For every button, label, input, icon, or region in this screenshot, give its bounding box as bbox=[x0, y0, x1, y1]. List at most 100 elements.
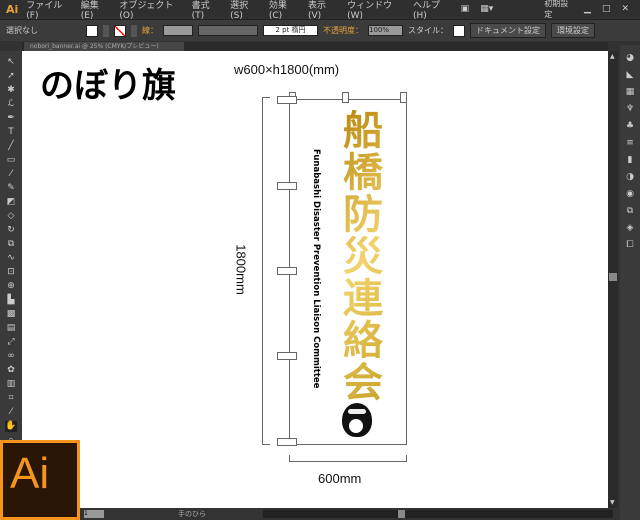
eyedropper-icon[interactable]: ⤢ bbox=[5, 337, 17, 348]
width-label: 600mm bbox=[318, 471, 362, 486]
brushes-icon[interactable]: ♆ bbox=[624, 104, 636, 115]
scroll-thumb[interactable] bbox=[609, 273, 617, 281]
pole-loop bbox=[277, 182, 297, 190]
direct-selection-tool-icon[interactable]: ➚ bbox=[5, 71, 17, 82]
slice-tool-icon[interactable]: ⁄ bbox=[5, 407, 17, 418]
graphic-styles-icon[interactable]: ⧉ bbox=[624, 206, 636, 217]
style-label: スタイル： bbox=[408, 26, 448, 35]
mesh-icon[interactable]: ▩ bbox=[5, 309, 17, 320]
stroke-panel-icon[interactable]: ≡ bbox=[624, 138, 636, 149]
stroke-dropdown[interactable] bbox=[131, 24, 137, 37]
height-dimension-line bbox=[262, 97, 263, 445]
color-guide-icon[interactable]: ◣ bbox=[624, 70, 636, 81]
paintbrush-icon[interactable]: ⁄ bbox=[5, 169, 17, 180]
blob-brush-icon[interactable]: ◩ bbox=[5, 197, 17, 208]
menu-bar: Ai ファイル(F) 編集(E) オブジェクト(O) 書式(T) 選択(S) 効… bbox=[0, 0, 640, 21]
control-bar: 選択なし 線： 2 pt 楕円 不透明度： 100% スタイル： ドキュメント設… bbox=[0, 19, 640, 41]
status-bar: 1 手のひら bbox=[80, 508, 620, 520]
artboard-number-field[interactable]: 1 bbox=[84, 510, 104, 518]
stroke-swatch[interactable] bbox=[114, 24, 126, 37]
menu-edit[interactable]: 編集(E) bbox=[81, 0, 109, 21]
rotate-icon[interactable]: ↻ bbox=[5, 225, 17, 236]
height-label: 1800mm bbox=[233, 244, 249, 295]
arrange-documents-icon[interactable]: ▦▾ bbox=[480, 4, 493, 14]
gradient-panel-icon[interactable]: ▮ bbox=[624, 155, 636, 166]
dimension-tick bbox=[406, 455, 407, 462]
warp-icon[interactable]: ∿ bbox=[5, 253, 17, 264]
panels-dock: ◕ ◣ ▦ ♆ ♣ ≡ ▮ ◑ ◉ ⧉ ◈ ⧠ bbox=[620, 45, 640, 520]
current-tool-status: 手のひら bbox=[178, 510, 206, 518]
graph-tool-icon[interactable]: ▥ bbox=[5, 379, 17, 390]
pole-loop bbox=[277, 352, 297, 360]
maximize-button[interactable]: □ bbox=[602, 4, 611, 14]
artboards-icon[interactable]: ⧠ bbox=[624, 240, 636, 251]
menu-window[interactable]: ウィンドウ(W) bbox=[347, 0, 402, 21]
blend-icon[interactable]: ∞ bbox=[5, 351, 17, 362]
minimize-button[interactable]: ▁ bbox=[584, 4, 591, 14]
document-settings-button[interactable]: ドキュメント設定 bbox=[470, 23, 546, 38]
menu-view[interactable]: 表示(V) bbox=[308, 0, 336, 21]
bridge-icon[interactable]: ▣ bbox=[461, 4, 470, 14]
lasso-icon[interactable]: ℒ bbox=[5, 99, 17, 110]
pole-loop bbox=[277, 438, 297, 446]
artboard-tool-icon[interactable]: ⌗ bbox=[5, 393, 17, 404]
scale-icon[interactable]: ⧉ bbox=[5, 239, 17, 250]
magic-wand-icon[interactable]: ✱ bbox=[5, 85, 17, 96]
selection-status: 選択なし bbox=[6, 26, 38, 35]
opacity-field[interactable]: 100% bbox=[368, 25, 403, 36]
dimension-tick bbox=[262, 444, 270, 445]
menu-select[interactable]: 選択(S) bbox=[230, 0, 258, 21]
width-dimension-line bbox=[289, 461, 407, 462]
banner-main-text: 船橋防災連絡会 bbox=[337, 110, 389, 404]
menu-effect[interactable]: 効果(C) bbox=[269, 0, 297, 21]
illustrator-logo: Ai bbox=[0, 440, 80, 520]
selection-tool-icon[interactable]: ↖ bbox=[5, 57, 17, 68]
menu-type[interactable]: 書式(T) bbox=[192, 0, 219, 21]
stroke-label[interactable]: 線： bbox=[142, 25, 158, 36]
preferences-button[interactable]: 環境設定 bbox=[551, 23, 595, 38]
menu-help[interactable]: ヘルプ(H) bbox=[413, 0, 450, 21]
opacity-label[interactable]: 不透明度： bbox=[323, 25, 363, 36]
symbols-icon[interactable]: ♣ bbox=[624, 121, 636, 132]
scroll-thumb[interactable] bbox=[398, 510, 405, 518]
symbol-sprayer-icon[interactable]: ✿ bbox=[5, 365, 17, 376]
workspace-switcher[interactable]: 初期設定 bbox=[544, 0, 573, 20]
eraser-icon[interactable]: ◇ bbox=[5, 211, 17, 222]
swatches-icon[interactable]: ▦ bbox=[624, 87, 636, 98]
dimension-tick bbox=[289, 455, 290, 462]
color-panel-icon[interactable]: ◕ bbox=[624, 53, 636, 64]
size-label: w600×h1800(mm) bbox=[234, 62, 340, 77]
hand-tool-icon[interactable]: ✋ bbox=[5, 421, 17, 432]
free-transform-icon[interactable]: ⊡ bbox=[5, 267, 17, 278]
transparency-icon[interactable]: ◑ bbox=[624, 172, 636, 183]
perspective-grid-icon[interactable]: ▙ bbox=[5, 295, 17, 306]
stroke-weight-field[interactable] bbox=[163, 25, 193, 36]
mascot-image bbox=[342, 403, 372, 437]
pen-tool-icon[interactable]: ✒ bbox=[5, 113, 17, 124]
rectangle-tool-icon[interactable]: ▭ bbox=[5, 155, 17, 166]
type-tool-icon[interactable]: T bbox=[5, 127, 17, 138]
menu-file[interactable]: ファイル(F) bbox=[26, 0, 69, 21]
tools-panel: ↖ ➚ ✱ ℒ ✒ T ╱ ▭ ⁄ ✎ ◩ ◇ ↻ ⧉ ∿ ⊡ ⊕ ▙ ▩ ▤ … bbox=[0, 51, 22, 459]
pole-loop bbox=[277, 267, 297, 275]
pencil-icon[interactable]: ✎ bbox=[5, 183, 17, 194]
vertical-scrollbar[interactable]: ▲ ▼ bbox=[608, 51, 618, 508]
horizontal-scrollbar[interactable] bbox=[263, 510, 613, 518]
fill-dropdown[interactable] bbox=[103, 24, 109, 37]
close-button[interactable]: ✕ bbox=[621, 4, 629, 14]
style-swatch[interactable] bbox=[453, 24, 465, 37]
gradient-icon[interactable]: ▤ bbox=[5, 323, 17, 334]
shape-builder-icon[interactable]: ⊕ bbox=[5, 281, 17, 292]
variable-width-profile[interactable] bbox=[198, 25, 258, 36]
brush-definition[interactable]: 2 pt 楕円 bbox=[263, 25, 318, 36]
menu-object[interactable]: オブジェクト(O) bbox=[119, 0, 180, 21]
line-tool-icon[interactable]: ╱ bbox=[5, 141, 17, 152]
pole-loop bbox=[277, 96, 297, 104]
fill-swatch[interactable] bbox=[86, 24, 98, 37]
layers-icon[interactable]: ◈ bbox=[624, 223, 636, 234]
logo-text: Ai bbox=[3, 443, 77, 517]
document-tab[interactable]: nobori_banner.ai @ 25% (CMYK/プレビュー) bbox=[24, 42, 184, 51]
appearance-icon[interactable]: ◉ bbox=[624, 189, 636, 200]
banner-subtext: Funabashi Disaster Prevention Liaison Co… bbox=[311, 149, 321, 389]
grommet bbox=[342, 92, 349, 103]
